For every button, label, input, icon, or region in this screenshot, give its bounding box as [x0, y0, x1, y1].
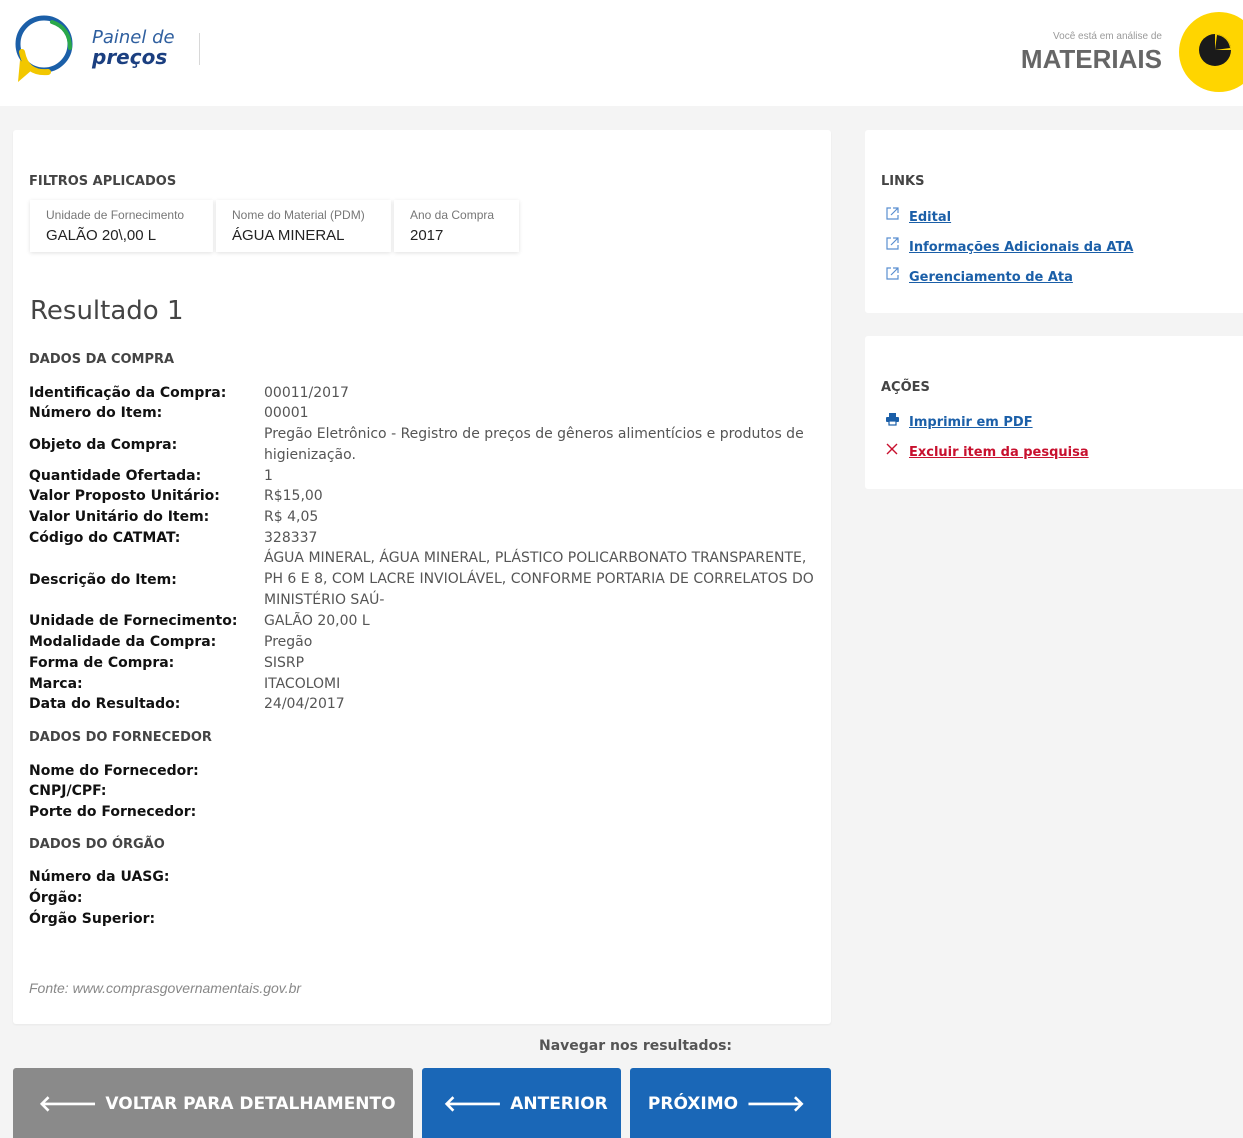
- field-label: Modalidade da Compra:: [29, 634, 217, 650]
- field-label: Nome do Fornecedor:: [29, 763, 199, 779]
- field-value: ÁGUA MINERAL, ÁGUA MINERAL, PLÁSTICO POL…: [264, 550, 814, 608]
- field-value: R$ 4,05: [264, 509, 319, 525]
- header-divider: [199, 33, 200, 65]
- field-label: Unidade de Fornecimento:: [29, 613, 238, 629]
- materiais-badge[interactable]: [1179, 12, 1243, 92]
- dados-orgao-title: DADOS DO ÓRGÃO: [29, 837, 165, 852]
- field-value: SISRP: [264, 655, 305, 671]
- chip-label: Ano da Compra: [410, 208, 495, 222]
- field-label: Órgão Superior:: [29, 911, 156, 927]
- field-value: Pregão: [264, 634, 313, 650]
- link-label[interactable]: Edital: [909, 210, 951, 225]
- action-excluir-item[interactable]: Excluir item da pesquisa: [885, 442, 1089, 460]
- navegar-label: Navegar nos resultados:: [539, 1038, 733, 1054]
- filter-chip-unidade: Unidade de Fornecimento GALÃO 20\,00 L: [30, 200, 213, 252]
- chip-label: Unidade de Fornecimento: [46, 208, 185, 222]
- field-label: Descrição do Item:: [29, 572, 177, 588]
- printer-icon: [885, 412, 901, 430]
- link-label[interactable]: Informações Adicionais da ATA: [909, 240, 1133, 255]
- external-link-icon: [885, 236, 901, 255]
- voltar-detalhamento-button[interactable]: 🡐 VOLTAR PARA DETALHAMENTO: [13, 1068, 413, 1138]
- field-label: CNPJ/CPF:: [29, 783, 107, 799]
- arrow-right-icon: 🡒: [746, 1092, 806, 1117]
- field-value: ITACOLOMI: [264, 676, 341, 692]
- field-label: Identificação da Compra:: [29, 385, 227, 401]
- arrow-left-icon: 🡐: [443, 1092, 503, 1117]
- field-label: Quantidade Ofertada:: [29, 468, 202, 484]
- proximo-button[interactable]: PRÓXIMO 🡒: [630, 1068, 831, 1138]
- filter-chip-material: Nome do Material (PDM) ÁGUA MINERAL: [216, 200, 391, 252]
- external-link-icon: [885, 266, 901, 285]
- analise-value: MATERIAIS: [1020, 44, 1162, 74]
- field-value: 00001: [264, 405, 309, 421]
- link-gerenciamento-ata[interactable]: Gerenciamento de Ata: [885, 266, 1073, 285]
- painel-logo-icon[interactable]: [12, 12, 76, 84]
- chip-value: ÁGUA MINERAL: [232, 227, 345, 244]
- field-label: Órgão:: [29, 890, 83, 906]
- filter-chip-ano: Ano da Compra 2017: [394, 200, 519, 252]
- field-label: Marca:: [29, 676, 83, 692]
- analise-label: Você está em análise de: [1053, 31, 1162, 42]
- field-label: Valor Unitário do Item:: [29, 509, 210, 525]
- field-value: 00011/2017: [264, 385, 349, 401]
- field-value: 24/04/2017: [264, 696, 345, 712]
- close-icon: [885, 442, 901, 460]
- logo-text-precos: preços: [92, 45, 168, 69]
- action-label[interactable]: Imprimir em PDF: [909, 415, 1033, 430]
- button-label: ANTERIOR: [510, 1094, 608, 1114]
- field-label: Porte do Fornecedor:: [29, 804, 197, 820]
- field-label: Número do Item:: [29, 405, 163, 421]
- arrow-left-icon: 🡐: [38, 1092, 98, 1117]
- field-label: Número da UASG:: [29, 869, 170, 885]
- action-label[interactable]: Excluir item da pesquisa: [909, 445, 1089, 460]
- anterior-button[interactable]: 🡐 ANTERIOR: [422, 1068, 621, 1138]
- link-edital[interactable]: Edital: [885, 206, 951, 225]
- dados-fornecedor-title: DADOS DO FORNECEDOR: [29, 730, 212, 745]
- button-label: VOLTAR PARA DETALHAMENTO: [105, 1094, 396, 1114]
- field-value: Pregão Eletrônico - Registro de preços d…: [264, 426, 804, 463]
- dados-compra-title: DADOS DA COMPRA: [29, 352, 175, 367]
- pie-chart-icon: [1199, 34, 1231, 66]
- action-imprimir-pdf[interactable]: Imprimir em PDF: [885, 412, 1033, 430]
- field-label: Código do CATMAT:: [29, 530, 181, 546]
- field-value: GALÃO 20,00 L: [264, 613, 370, 629]
- links-title: LINKS: [881, 174, 925, 189]
- field-label: Valor Proposto Unitário:: [29, 488, 220, 504]
- field-value: 1: [264, 468, 273, 484]
- acoes-title: AÇÕES: [881, 380, 930, 395]
- field-label: Forma de Compra:: [29, 655, 175, 671]
- filtros-title: FILTROS APLICADOS: [29, 174, 177, 189]
- chip-label: Nome do Material (PDM): [232, 208, 365, 222]
- external-link-icon: [885, 206, 901, 225]
- fonte-text: Fonte: www.comprasgovernamentais.gov.br: [29, 980, 302, 996]
- field-label: Data do Resultado:: [29, 696, 181, 712]
- chip-value: GALÃO 20\,00 L: [46, 227, 157, 244]
- field-value: R$15,00: [264, 488, 323, 504]
- app-header: Painel de preços Você está em análise de…: [0, 0, 1243, 106]
- resultado-title: Resultado 1: [30, 296, 184, 326]
- chip-value: 2017: [410, 227, 444, 244]
- field-value: 328337: [264, 530, 318, 546]
- button-label: PRÓXIMO: [647, 1094, 739, 1114]
- link-label[interactable]: Gerenciamento de Ata: [909, 270, 1073, 285]
- field-label: Objeto da Compra:: [29, 437, 178, 453]
- link-informacoes-ata[interactable]: Informações Adicionais da ATA: [885, 236, 1133, 255]
